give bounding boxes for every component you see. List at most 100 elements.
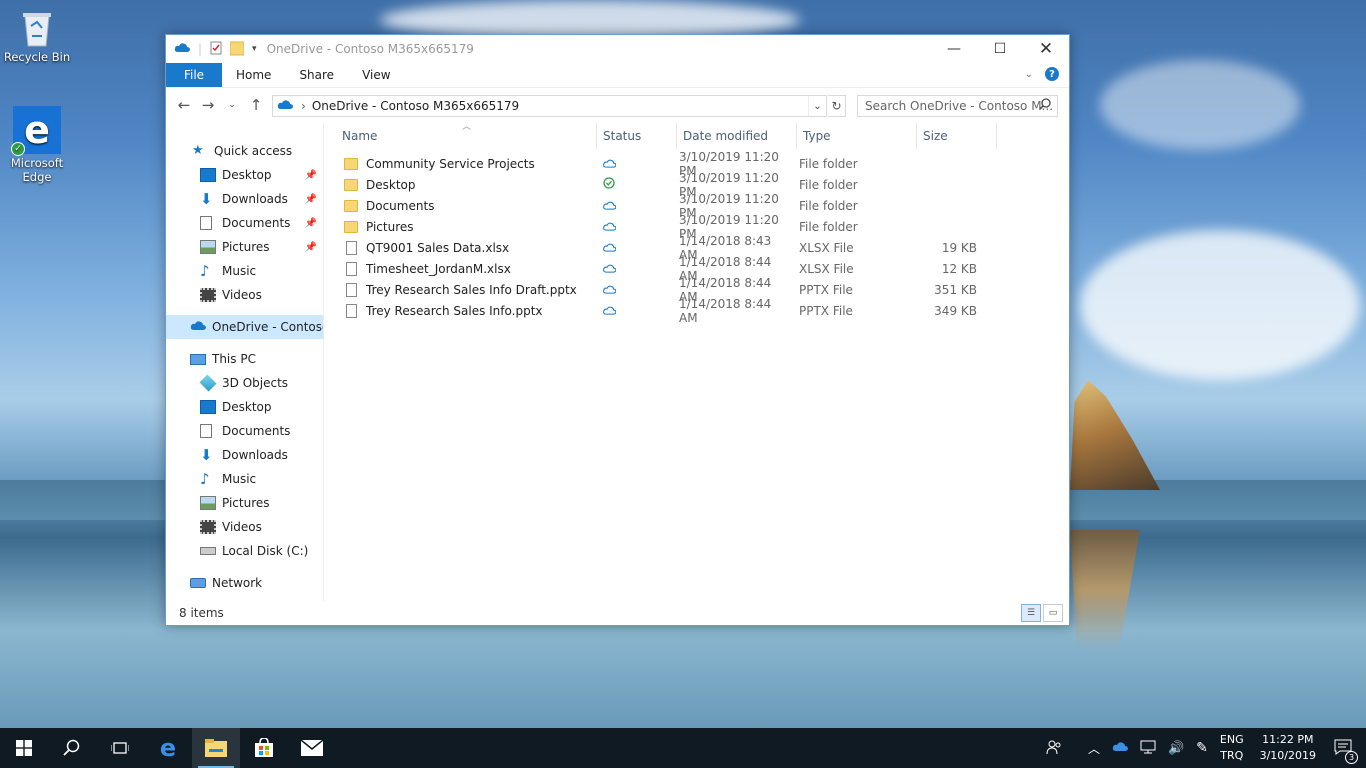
- task-view-button[interactable]: [96, 728, 144, 768]
- network-tray-icon[interactable]: [1134, 740, 1162, 757]
- details-view-button[interactable]: ☰: [1021, 604, 1041, 622]
- sidebar-item-pc-documents[interactable]: Documents: [166, 419, 323, 443]
- volume-icon[interactable]: 🔊: [1162, 741, 1190, 756]
- address-bar[interactable]: › OneDrive - Contoso M365x665179 ⌄: [272, 95, 827, 117]
- tab-view[interactable]: View: [348, 63, 404, 87]
- back-arrow-icon[interactable]: ←: [172, 96, 196, 114]
- sidebar-item-pc-videos[interactable]: Videos: [166, 515, 323, 539]
- column-header-type[interactable]: Type: [797, 123, 917, 149]
- expand-ribbon-icon[interactable]: ⌄: [1025, 69, 1033, 80]
- file-name-cell[interactable]: Documents: [336, 199, 591, 213]
- desktop-icon-recycle-bin[interactable]: Recycle Bin: [2, 8, 72, 64]
- pin-icon[interactable]: 📌: [305, 218, 317, 229]
- file-name-cell[interactable]: QT9001 Sales Data.xlsx: [336, 240, 591, 255]
- cloud-only-icon: [603, 262, 617, 276]
- sidebar-item-downloads[interactable]: ⬇ Downloads 📌: [166, 187, 323, 211]
- file-name-cell[interactable]: Desktop: [336, 178, 591, 192]
- sidebar-item-quick-access[interactable]: ★ Quick access: [166, 139, 323, 163]
- sidebar-item-videos[interactable]: Videos: [166, 283, 323, 307]
- file-name-cell[interactable]: Pictures: [336, 220, 591, 234]
- file-name[interactable]: Documents: [366, 199, 434, 213]
- start-button[interactable]: [0, 728, 48, 768]
- file-name[interactable]: Pictures: [366, 220, 414, 234]
- show-hidden-icons-chevron-icon[interactable]: ︿: [1082, 740, 1106, 757]
- maximize-button[interactable]: ☐: [977, 35, 1023, 63]
- file-date: 1/14/2018 8:44 AM: [679, 296, 772, 325]
- clock[interactable]: 11:22 PM 3/10/2019: [1250, 732, 1326, 764]
- pin-icon[interactable]: 📌: [305, 194, 317, 205]
- check-icon: ✓: [11, 142, 25, 156]
- taskbar-store[interactable]: [240, 728, 288, 768]
- sidebar-item-label: 3D Objects: [222, 376, 289, 390]
- people-icon[interactable]: [1040, 739, 1068, 758]
- file-name[interactable]: QT9001 Sales Data.xlsx: [366, 241, 509, 255]
- file-name-cell[interactable]: Trey Research Sales Info Draft.pptx: [336, 282, 591, 297]
- input-language-indicator[interactable]: ENG TRQ: [1214, 732, 1250, 764]
- music-note-icon: ♪: [200, 262, 210, 280]
- taskbar-mail[interactable]: [288, 728, 336, 768]
- up-arrow-icon[interactable]: ↑: [244, 96, 268, 114]
- pin-icon[interactable]: 📌: [305, 242, 317, 253]
- tab-file[interactable]: File: [166, 63, 222, 87]
- address-path[interactable]: OneDrive - Contoso M365x665179: [312, 99, 519, 113]
- sidebar-item-desktop[interactable]: Desktop 📌: [166, 163, 323, 187]
- refresh-button[interactable]: ↻: [828, 95, 846, 117]
- sidebar-item-3d-objects[interactable]: 3D Objects: [166, 371, 323, 395]
- file-row[interactable]: Trey Research Sales Info.pptx 1/14/2018 8…: [336, 297, 1066, 325]
- file-name[interactable]: Timesheet_JordanM.xlsx: [366, 262, 511, 276]
- close-button[interactable]: ✕: [1023, 35, 1069, 63]
- column-header-date[interactable]: Date modified: [677, 123, 797, 149]
- search-button[interactable]: [48, 728, 96, 768]
- sidebar-item-pc-desktop[interactable]: Desktop: [166, 395, 323, 419]
- file-name[interactable]: Community Service Projects: [366, 157, 535, 171]
- column-header-status[interactable]: Status: [597, 123, 677, 149]
- file-name[interactable]: Trey Research Sales Info.pptx: [366, 304, 543, 318]
- file-name[interactable]: Trey Research Sales Info Draft.pptx: [366, 283, 577, 297]
- file-name-cell[interactable]: Community Service Projects: [336, 157, 591, 171]
- tab-home[interactable]: Home: [222, 63, 285, 87]
- file-name-cell[interactable]: Timesheet_JordanM.xlsx: [336, 261, 591, 276]
- address-dropdown-icon[interactable]: ⌄: [808, 96, 826, 116]
- pen-workspace-icon[interactable]: ✎: [1190, 740, 1214, 756]
- sidebar-item-network[interactable]: Network: [166, 571, 323, 595]
- sidebar-item-pc-downloads[interactable]: ⬇ Downloads: [166, 443, 323, 467]
- sky-cloud: [1100, 60, 1300, 150]
- desktop-icon-edge[interactable]: e ✓ Microsoft Edge: [2, 106, 72, 184]
- recycle-bin-icon: [17, 8, 57, 48]
- file-name[interactable]: Desktop: [366, 178, 416, 192]
- action-center-icon[interactable]: 3: [1326, 739, 1366, 764]
- desktop-icon-label: Recycle Bin: [3, 50, 71, 64]
- sidebar-item-documents[interactable]: Documents 📌: [166, 211, 323, 235]
- minimize-button[interactable]: —: [931, 35, 977, 63]
- new-folder-icon[interactable]: [229, 40, 245, 59]
- sidebar-item-onedrive[interactable]: OneDrive - Contoso M365x665179: [166, 315, 323, 339]
- sidebar-item-pc-pictures[interactable]: Pictures: [166, 491, 323, 515]
- large-icons-view-button[interactable]: ▭: [1043, 604, 1063, 622]
- file-name-cell[interactable]: Trey Research Sales Info.pptx: [336, 303, 591, 318]
- tab-share[interactable]: Share: [285, 63, 348, 87]
- system-tray: ︿ 🔊 ✎ ENG TRQ 11:22 PM 3/10/2019 3: [1040, 728, 1366, 768]
- sidebar-item-music[interactable]: ♪ Music: [166, 259, 323, 283]
- clock-date: 3/10/2019: [1259, 749, 1316, 762]
- onedrive-tray-icon[interactable]: [1106, 741, 1134, 755]
- sidebar-item-label: Desktop: [222, 400, 272, 414]
- sidebar-item-label: Downloads: [222, 448, 288, 462]
- taskbar-edge[interactable]: e: [144, 728, 192, 768]
- sidebar-item-pc-music[interactable]: ♪ Music: [166, 467, 323, 491]
- customize-toolbar-dropdown-icon[interactable]: ▾: [252, 44, 257, 54]
- properties-icon[interactable]: [210, 41, 222, 58]
- taskbar: e ︿ 🔊 ✎ ENG TRQ 11:22 PM 3/10/2019 3: [0, 728, 1366, 768]
- sidebar-item-local-disk[interactable]: Local Disk (C:): [166, 539, 323, 563]
- help-icon[interactable]: ?: [1045, 67, 1059, 81]
- breadcrumb-chevron-icon[interactable]: ›: [301, 99, 306, 113]
- synced-check-icon: [603, 177, 615, 192]
- taskbar-file-explorer[interactable]: [192, 728, 240, 768]
- recent-locations-icon[interactable]: ⌄: [220, 100, 244, 110]
- search-input[interactable]: Search OneDrive - Contoso M...: [857, 95, 1058, 117]
- column-header-size[interactable]: Size: [917, 123, 997, 149]
- sort-ascending-icon: ︿: [462, 122, 472, 132]
- sidebar-item-pictures[interactable]: Pictures 📌: [166, 235, 323, 259]
- pin-icon[interactable]: 📌: [305, 170, 317, 181]
- forward-arrow-icon[interactable]: →: [196, 96, 220, 114]
- sidebar-item-this-pc[interactable]: This PC: [166, 347, 323, 371]
